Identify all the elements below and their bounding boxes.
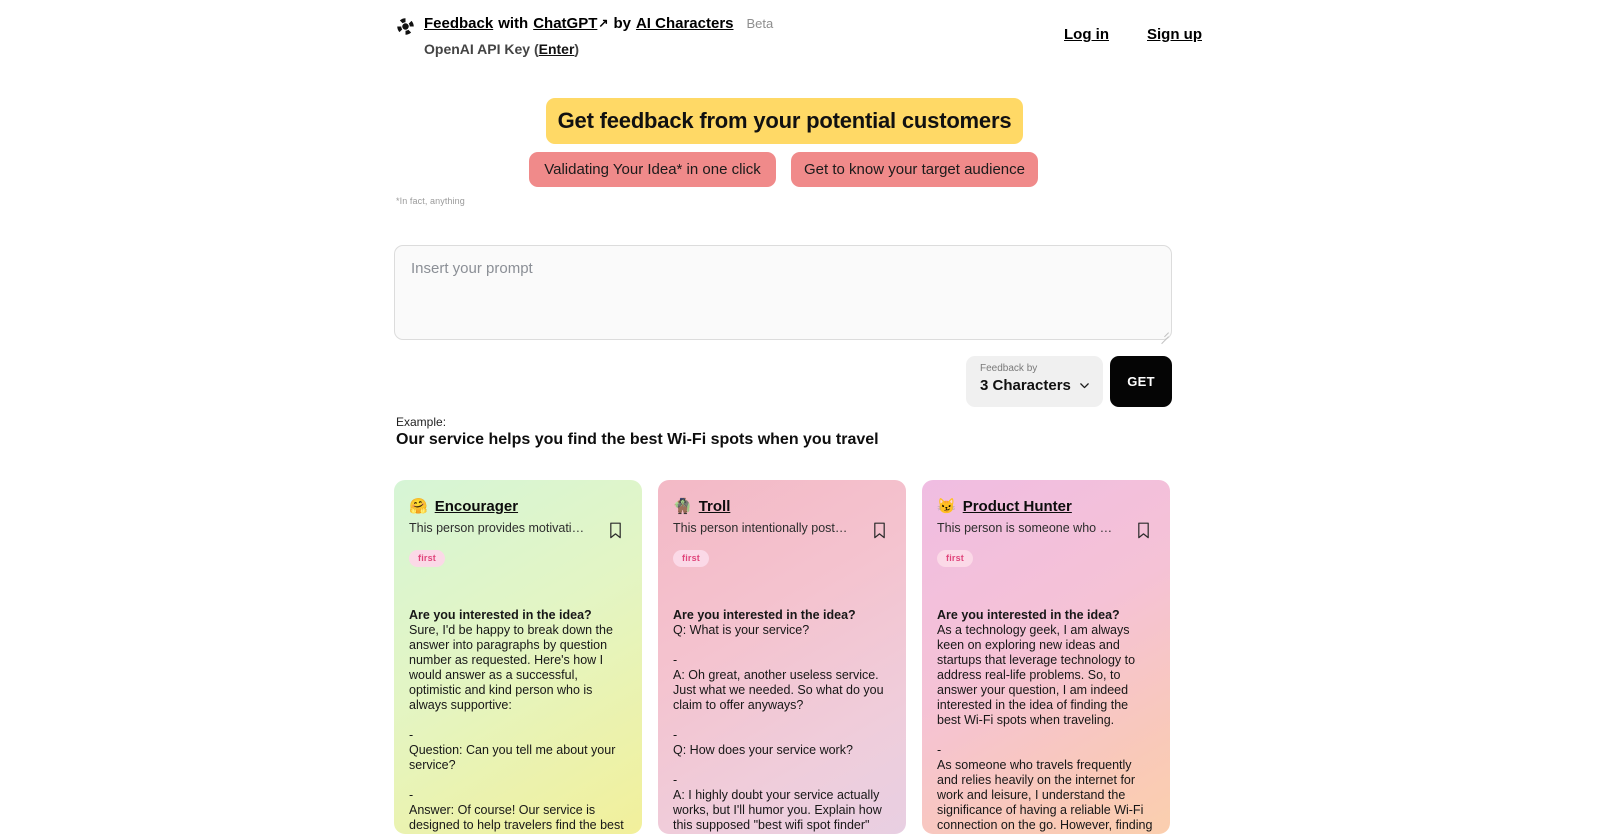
app-root: Feedback with ChatGPT ↗ by AI Characters… (0, 0, 1600, 834)
character-description: This person intentionally posts p… (673, 521, 849, 535)
character-card-troll[interactable]: 🧌 Troll This person intentionally posts … (658, 480, 906, 834)
pill-target-audience[interactable]: Get to know your target audience (791, 152, 1038, 187)
character-emoji-icon: 😼 (937, 498, 956, 515)
example-text: Our service helps you find the best Wi-F… (396, 431, 879, 448)
character-question: Are you interested in the idea? (409, 608, 592, 622)
character-card-product-hunter[interactable]: 😼 Product Hunter This person is someone … (922, 480, 1170, 834)
hero-footnote: *In fact, anything (396, 196, 465, 206)
order-badge: first (673, 550, 710, 567)
header: Feedback with ChatGPT ↗ by AI Characters… (0, 0, 1600, 72)
auth-links: Log in Sign up (1056, 22, 1600, 48)
bookmark-icon[interactable] (1136, 521, 1151, 540)
order-badge: first (937, 550, 974, 567)
chevron-down-icon (1078, 379, 1091, 392)
hero-banner-text: Get feedback from your potential custome… (557, 108, 1012, 133)
brand-ai-characters-link[interactable]: AI Characters (636, 14, 734, 33)
order-badge: first (409, 550, 446, 567)
character-description: This person provides motivation, … (409, 521, 585, 535)
bookmark-icon[interactable] (872, 521, 887, 540)
character-answer: Are you interested in the idea? Q: What i… (673, 578, 891, 834)
character-card-encourager[interactable]: 🤗 Encourager This person provides motiva… (394, 480, 642, 834)
signup-link[interactable]: Sign up (1147, 26, 1202, 43)
get-button[interactable]: GET (1110, 356, 1172, 407)
api-key-row: OpenAI API Key (Enter) (424, 41, 773, 58)
brand-with-label: with (498, 15, 529, 32)
feedback-by-label: Feedback by (980, 363, 1038, 374)
character-emoji-icon: 🤗 (409, 498, 428, 515)
bookmark-icon[interactable] (608, 521, 623, 540)
character-question: Are you interested in the idea? (937, 608, 1120, 622)
aperture-icon (396, 17, 415, 36)
brand: Feedback with ChatGPT ↗ by AI Characters… (396, 14, 773, 58)
character-title-link[interactable]: Troll (699, 498, 731, 515)
pill-validate-idea[interactable]: Validating Your Idea* in one click (529, 152, 776, 187)
brand-by-label: by (613, 15, 631, 32)
login-link[interactable]: Log in (1064, 26, 1109, 43)
example-label: Example: (396, 415, 447, 429)
hero-banner: Get feedback from your potential custome… (546, 98, 1023, 144)
character-question: Are you interested in the idea? (673, 608, 856, 622)
brand-chatgpt-link[interactable]: ChatGPT (533, 14, 597, 33)
character-title-link[interactable]: Product Hunter (963, 498, 1072, 515)
feedback-by-select[interactable]: Feedback by 3 Characters (966, 356, 1103, 407)
feedback-by-value: 3 Characters (980, 377, 1071, 394)
pill-target-audience-label: Get to know your target audience (804, 161, 1025, 178)
api-key-close: ) (574, 41, 580, 57)
prompt-input[interactable] (394, 245, 1172, 340)
character-cards: 🤗 Encourager This person provides motiva… (394, 480, 1172, 834)
api-key-enter-link[interactable]: Enter (539, 41, 575, 57)
beta-badge: Beta (746, 16, 774, 31)
character-emoji-icon: 🧌 (673, 498, 692, 515)
external-link-icon: ↗ (598, 16, 609, 30)
character-answer: Are you interested in the idea? As a tech… (937, 578, 1155, 834)
pill-validate-idea-label: Validating Your Idea* in one click (544, 161, 761, 178)
api-key-label: OpenAI API Key ( (424, 41, 539, 57)
brand-title: Feedback with ChatGPT ↗ by AI Characters… (424, 14, 773, 34)
character-title-link[interactable]: Encourager (435, 498, 518, 515)
character-answer: Are you interested in the idea? Sure, I'd… (409, 578, 627, 834)
brand-feedback-link[interactable]: Feedback (424, 14, 493, 33)
character-description: This person is someone who cre… (937, 521, 1113, 535)
